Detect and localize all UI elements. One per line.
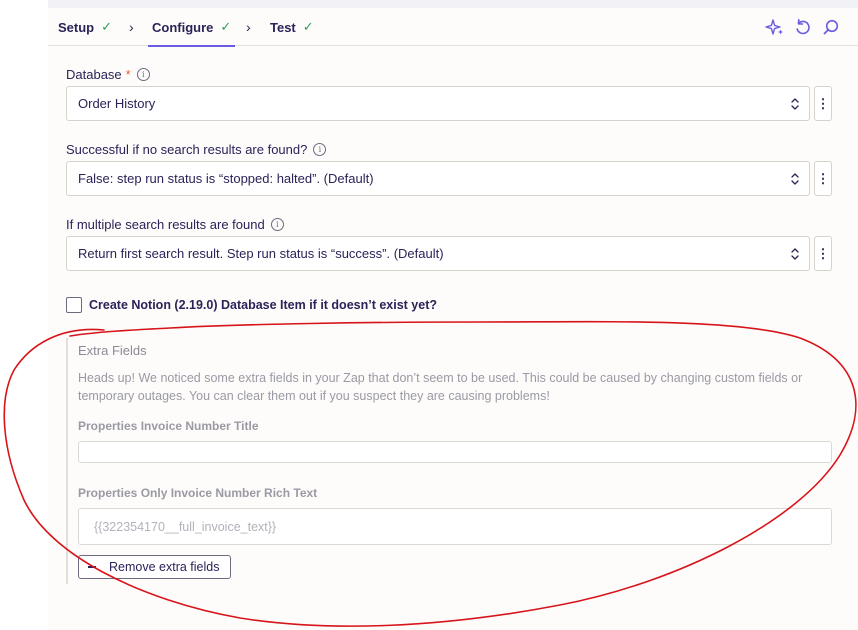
- extra-fields-title: Extra Fields: [78, 343, 147, 358]
- sparkle-icon[interactable]: [765, 17, 785, 37]
- search-icon[interactable]: [821, 17, 841, 37]
- top-strip: [48, 0, 858, 8]
- database-select[interactable]: Order History: [66, 86, 810, 121]
- invoice-rich-text-input[interactable]: {{322354170__full_invoice_text}}: [78, 508, 832, 545]
- tab-configure-label: Configure: [152, 19, 214, 35]
- database-options-icon[interactable]: ⋮: [814, 86, 832, 121]
- chevron-right-icon: ›: [246, 19, 251, 35]
- no-results-options-icon[interactable]: ⋮: [814, 161, 832, 196]
- multiple-results-label-text: If multiple search results are found: [66, 217, 265, 232]
- remove-extra-fields-label: Remove extra fields: [109, 560, 220, 574]
- extra-fields-description: Heads up! We noticed some extra fields i…: [78, 371, 803, 403]
- required-mark: *: [125, 67, 131, 82]
- multiple-results-options-icon[interactable]: ⋮: [814, 236, 832, 271]
- no-results-select-value: False: step run status is “stopped: halt…: [78, 171, 374, 186]
- database-label-text: Database: [66, 67, 122, 82]
- info-icon[interactable]: i: [136, 68, 150, 81]
- check-icon: ✓: [220, 19, 232, 34]
- tab-test-label: Test: [270, 19, 296, 35]
- multiple-results-select[interactable]: Return first search result. Step run sta…: [66, 236, 810, 271]
- check-icon: ✓: [101, 19, 113, 34]
- tab-configure[interactable]: Configure ✓: [147, 8, 236, 47]
- info-icon[interactable]: i: [313, 143, 327, 156]
- invoice-number-title-label: Properties Invoice Number Title: [78, 419, 259, 433]
- multiple-results-label: If multiple search results are found i: [66, 217, 284, 232]
- info-icon[interactable]: i: [270, 218, 284, 231]
- tab-test[interactable]: Test ✓: [270, 8, 314, 46]
- tab-setup[interactable]: Setup ✓: [58, 8, 112, 46]
- invoice-number-title-input[interactable]: [78, 441, 832, 463]
- select-arrows-icon: [791, 98, 799, 110]
- invoice-rich-text-label: Properties Only Invoice Number Rich Text: [78, 486, 318, 500]
- select-arrows-icon: [791, 173, 799, 185]
- database-label: Database * i: [66, 67, 150, 82]
- undo-icon[interactable]: [793, 17, 813, 37]
- minus-icon: [88, 566, 96, 568]
- create-item-checkbox[interactable]: [66, 297, 82, 313]
- database-select-value: Order History: [78, 96, 156, 111]
- chevron-right-icon: ›: [129, 19, 134, 35]
- remove-extra-fields-button[interactable]: Remove extra fields: [78, 555, 231, 579]
- no-results-label-text: Successful if no search results are foun…: [66, 142, 308, 157]
- step-tabs: Setup ✓ › Configure ✓ › Test ✓: [48, 8, 858, 47]
- multiple-results-select-value: Return first search result. Step run sta…: [78, 246, 444, 261]
- check-icon: ✓: [302, 19, 314, 34]
- tab-setup-label: Setup: [58, 19, 95, 35]
- zap-step-editor: Setup ✓ › Configure ✓ › Test ✓ Database …: [0, 0, 858, 630]
- no-results-label: Successful if no search results are foun…: [66, 142, 327, 157]
- select-arrows-icon: [791, 248, 799, 260]
- no-results-select[interactable]: False: step run status is “stopped: halt…: [66, 161, 810, 196]
- create-item-label[interactable]: Create Notion (2.19.0) Database Item if …: [89, 298, 437, 312]
